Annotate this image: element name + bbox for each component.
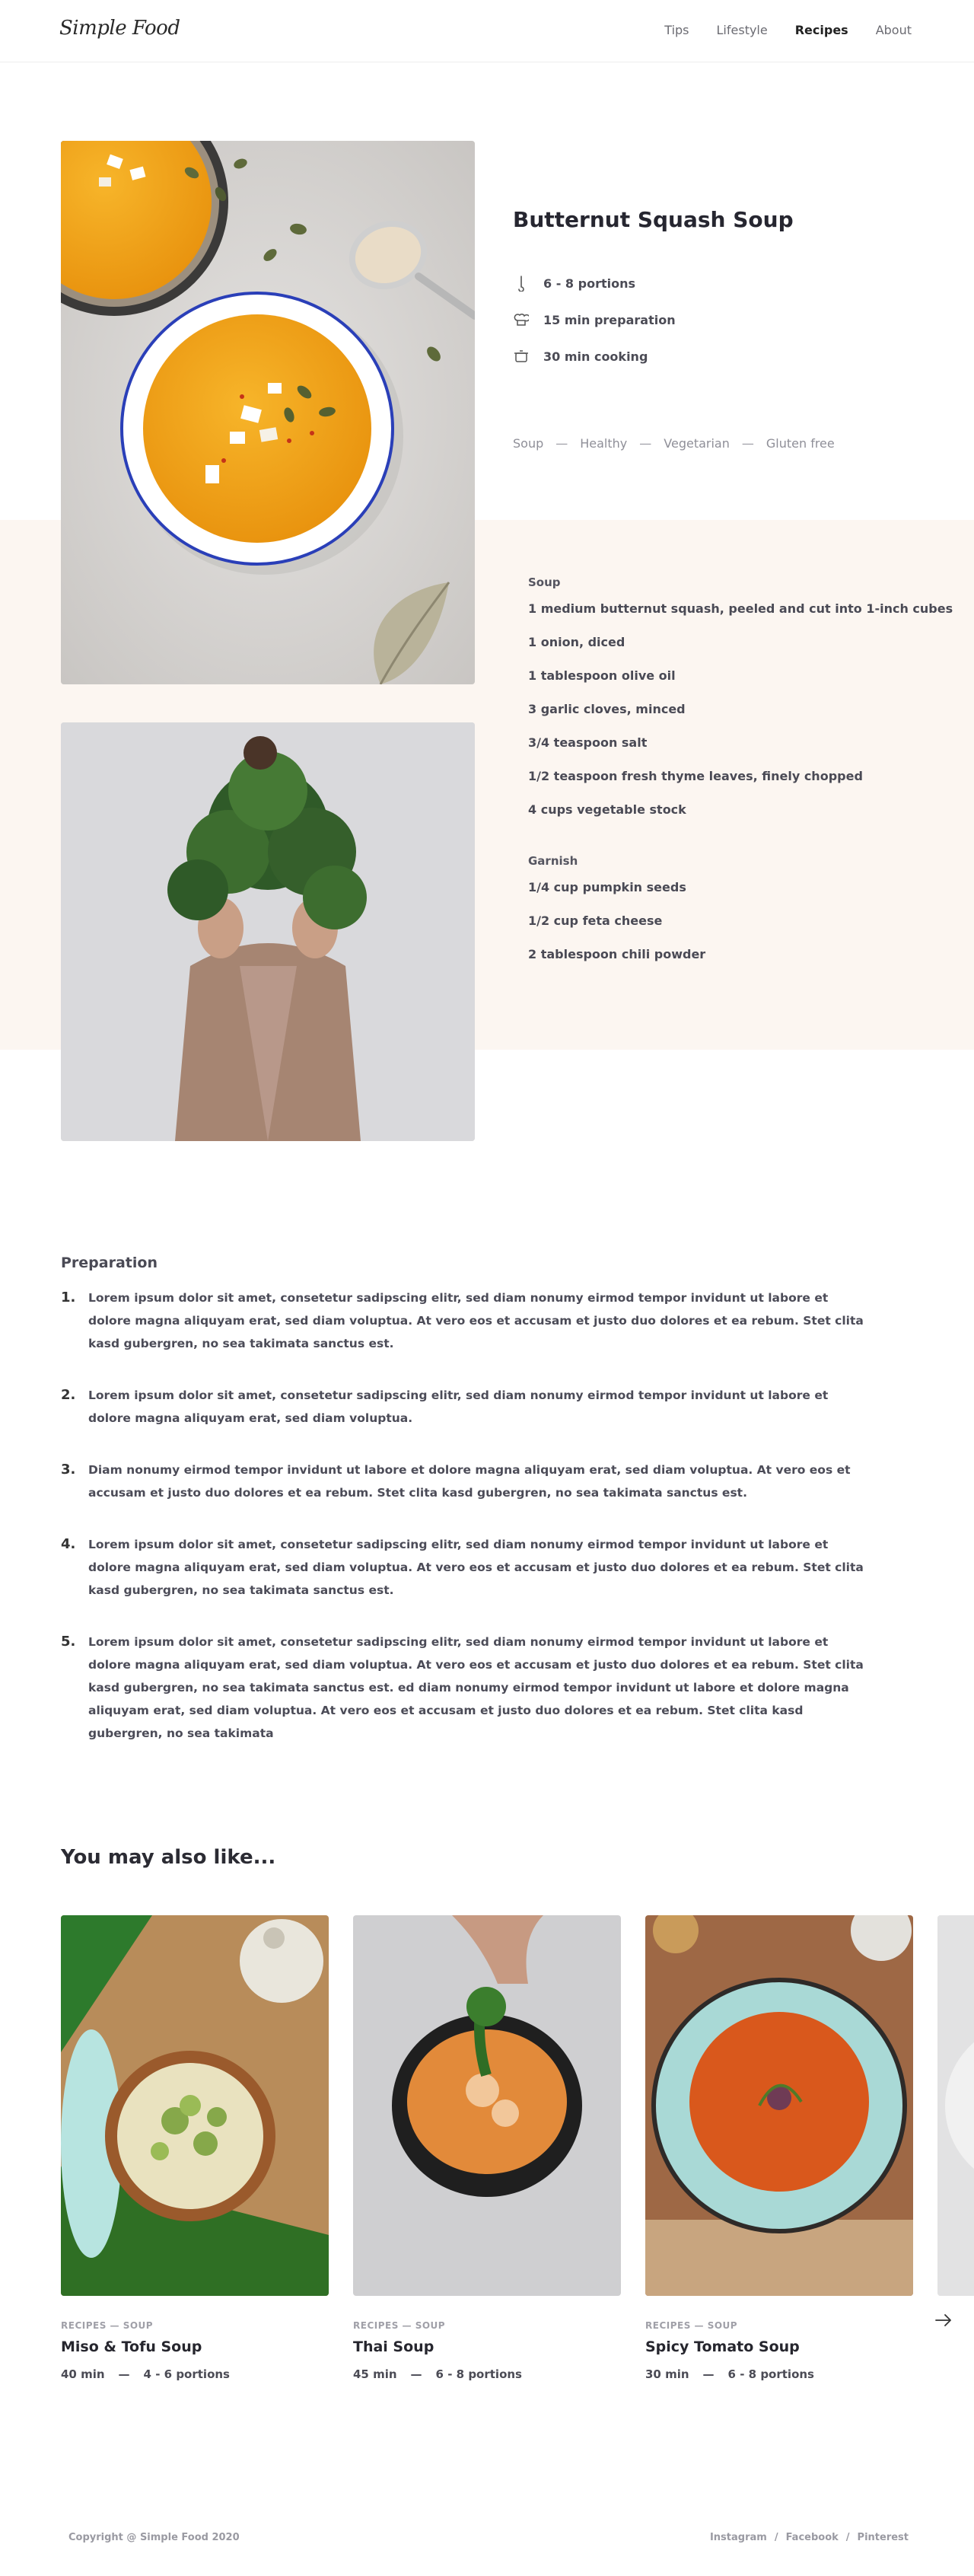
pinterest-link[interactable]: Pinterest: [858, 2532, 909, 2543]
card-image[interactable]: [61, 1915, 329, 2296]
site-logo[interactable]: Simple Food: [59, 17, 180, 40]
card-portions: 4 - 6 portions: [143, 2367, 230, 2381]
related-card-thai[interactable]: RECIPES — SOUP Thai Soup 45 min — 6 - 8 …: [353, 1915, 621, 2381]
step-number: 2.: [61, 1387, 76, 1403]
card-title[interactable]: Thai Soup: [353, 2338, 621, 2355]
card-time: 40 min: [61, 2367, 105, 2381]
preparation-text: 15 min preparation: [543, 312, 676, 327]
tag-healthy[interactable]: Healthy: [580, 436, 627, 451]
recipe-meta: 6 - 8 portions 15 min preparation 30 min…: [513, 265, 676, 375]
preparation-step: 4. Lorem ipsum dolor sit amet, consetetu…: [61, 1536, 867, 1602]
ingredient-item: 1 medium butternut squash, peeled and cu…: [528, 601, 953, 616]
card-portions: 6 - 8 portions: [727, 2367, 814, 2381]
related-card-partial[interactable]: [937, 1915, 974, 2296]
chef-hat-icon: [513, 311, 530, 328]
ingredient-item: 1/2 teaspoon fresh thyme leaves, finely …: [528, 769, 863, 783]
card-category: RECIPES — SOUP: [61, 2320, 154, 2331]
secondary-image: [61, 722, 475, 1141]
arrow-right-icon[interactable]: [934, 2313, 953, 2332]
card-info: 30 min — 6 - 8 portions: [645, 2367, 913, 2381]
ingredients-list: Soup 1 medium butternut squash, peeled a…: [528, 575, 953, 980]
preparation-step: 1. Lorem ipsum dolor sit amet, consetetu…: [61, 1290, 867, 1355]
card-image[interactable]: [645, 1915, 913, 2296]
related-carousel: RECIPES — SOUP Miso & Tofu Soup 40 min —…: [61, 1915, 974, 2387]
preparation-step: 3. Diam nonumy eirmod tempor invidunt ut…: [61, 1462, 867, 1504]
ingredient-item: 3/4 teaspoon salt: [528, 735, 648, 750]
step-number: 4.: [61, 1536, 76, 1552]
ingredient-item: 4 cups vegetable stock: [528, 802, 686, 817]
card-portions: 6 - 8 portions: [435, 2367, 522, 2381]
copyright-text: Copyright @ Simple Food 2020: [68, 2532, 240, 2543]
ingredient-item: 1/2 cup feta cheese: [528, 913, 663, 928]
nav-tips[interactable]: Tips: [664, 23, 689, 37]
nav-recipes[interactable]: Recipes: [795, 23, 848, 37]
tag-gluten-free[interactable]: Gluten free: [766, 436, 835, 451]
ingredients-heading-garnish: Garnish: [528, 854, 578, 868]
step-text: Lorem ipsum dolor sit amet, consetetur s…: [88, 1538, 864, 1597]
facebook-link[interactable]: Facebook: [786, 2532, 839, 2543]
card-separator: —: [118, 2367, 130, 2381]
tag-separator: —: [741, 436, 754, 451]
woman-with-greens-photo: [61, 722, 475, 1141]
link-separator: /: [845, 2532, 850, 2543]
card-category: RECIPES — SOUP: [353, 2320, 446, 2331]
card-time: 30 min: [645, 2367, 689, 2381]
preparation-step: 2. Lorem ipsum dolor sit amet, consetetu…: [61, 1387, 867, 1430]
ingredient-item: 1 tablespoon olive oil: [528, 668, 676, 683]
meta-preparation: 15 min preparation: [513, 301, 676, 338]
portions-icon: [513, 275, 530, 292]
tag-separator: —: [639, 436, 652, 451]
step-text: Lorem ipsum dolor sit amet, consetetur s…: [88, 1388, 829, 1425]
tag-soup[interactable]: Soup: [513, 436, 543, 451]
preparation-step: 5. Lorem ipsum dolor sit amet, consetetu…: [61, 1634, 867, 1745]
related-card-miso[interactable]: RECIPES — SOUP Miso & Tofu Soup 40 min —…: [61, 1915, 329, 2381]
ingredient-item: 1/4 cup pumpkin seeds: [528, 880, 686, 894]
pot-icon: [513, 348, 530, 365]
recipe-title: Butternut Squash Soup: [513, 207, 794, 232]
instagram-link[interactable]: Instagram: [710, 2532, 767, 2543]
step-text: Diam nonumy eirmod tempor invidunt ut la…: [88, 1463, 851, 1500]
step-number: 5.: [61, 1634, 76, 1650]
main-nav: Tips Lifestyle Recipes About: [664, 23, 912, 37]
step-number: 3.: [61, 1462, 76, 1478]
recipe-tags: Soup — Healthy — Vegetarian — Gluten fre…: [513, 436, 835, 451]
tag-separator: —: [555, 436, 568, 451]
preparation-steps: 1. Lorem ipsum dolor sit amet, consetetu…: [61, 1290, 867, 1777]
meta-portions: 6 - 8 portions: [513, 265, 676, 301]
card-separator: —: [702, 2367, 715, 2381]
card-image[interactable]: [353, 1915, 621, 2296]
portions-text: 6 - 8 portions: [543, 276, 635, 291]
step-number: 1.: [61, 1290, 76, 1306]
card-image[interactable]: [937, 1915, 974, 2296]
card-category: RECIPES — SOUP: [645, 2320, 738, 2331]
meta-cooking: 30 min cooking: [513, 338, 676, 375]
step-text: Lorem ipsum dolor sit amet, consetetur s…: [88, 1291, 864, 1350]
ingredients-heading-soup: Soup: [528, 575, 561, 589]
card-info: 40 min — 4 - 6 portions: [61, 2367, 329, 2381]
social-links: Instagram / Facebook / Pinterest: [710, 2532, 909, 2543]
card-time: 45 min: [353, 2367, 397, 2381]
recipe-hero-image: [61, 141, 475, 684]
site-header: Simple Food Tips Lifestyle Recipes About: [0, 0, 974, 62]
card-info: 45 min — 6 - 8 portions: [353, 2367, 621, 2381]
preparation-heading: Preparation: [61, 1255, 158, 1271]
card-separator: —: [410, 2367, 422, 2381]
card-title[interactable]: Miso & Tofu Soup: [61, 2338, 329, 2355]
related-heading: You may also like...: [61, 1846, 276, 1869]
cooking-text: 30 min cooking: [543, 349, 648, 364]
link-separator: /: [774, 2532, 778, 2543]
step-text: Lorem ipsum dolor sit amet, consetetur s…: [88, 1635, 864, 1740]
card-title[interactable]: Spicy Tomato Soup: [645, 2338, 913, 2355]
nav-about[interactable]: About: [876, 23, 912, 37]
soup-photo: [61, 141, 475, 684]
ingredient-item: 3 garlic cloves, minced: [528, 702, 686, 716]
tag-vegetarian[interactable]: Vegetarian: [664, 436, 730, 451]
ingredient-item: 2 tablespoon chili powder: [528, 947, 706, 961]
ingredient-item: 1 onion, diced: [528, 635, 625, 649]
related-card-tomato[interactable]: RECIPES — SOUP Spicy Tomato Soup 30 min …: [645, 1915, 913, 2381]
nav-lifestyle[interactable]: Lifestyle: [717, 23, 768, 37]
